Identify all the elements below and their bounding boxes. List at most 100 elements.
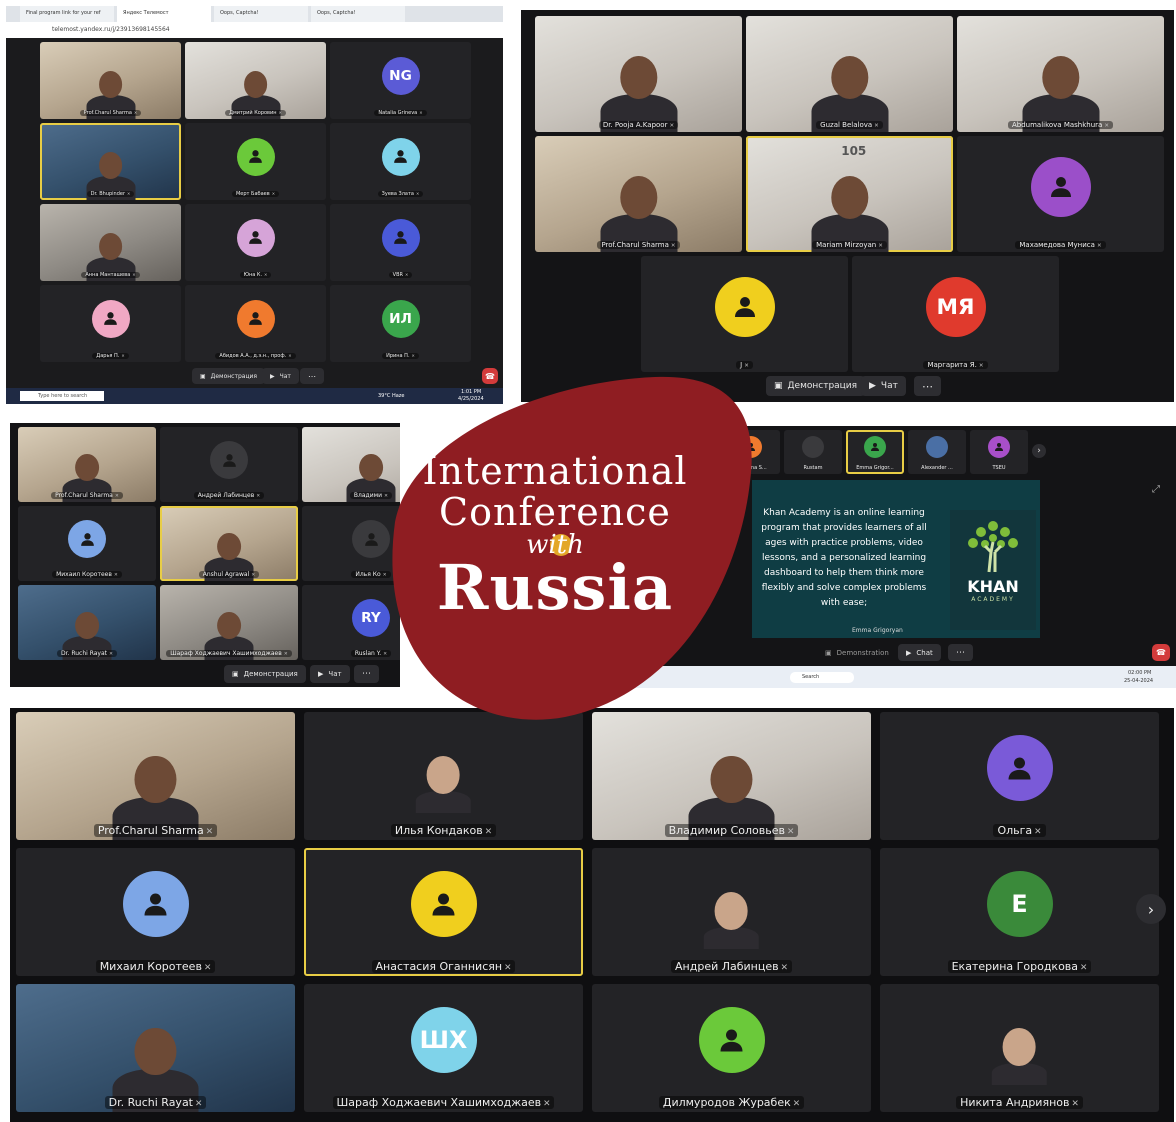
initials-avatar: NG — [381, 56, 420, 95]
participant-name-text: Махамедова Муниса — [1019, 241, 1095, 249]
participant-name-label: Михаил Коротеев ✕ — [95, 960, 216, 973]
participant-tile[interactable]: E Екатерина Городкова ✕ — [880, 848, 1159, 976]
browser-tab[interactable]: Oops, Captcha! — [311, 6, 405, 22]
strip-participant-tile[interactable]: Emma Grigor... — [846, 430, 904, 474]
participant-tile[interactable]: Prof.Charul Sharma ✕ — [40, 42, 181, 119]
expand-icon[interactable]: ⤢ — [1152, 484, 1160, 495]
hangup-button[interactable]: ☎ — [1152, 644, 1170, 661]
browser-tab[interactable]: Oops, Captcha! — [214, 6, 308, 22]
participant-video — [107, 718, 205, 840]
mic-off-icon: ✕ — [1096, 243, 1102, 249]
user-avatar-icon — [698, 1007, 765, 1074]
participant-tile[interactable]: Guzal Belalova ✕ — [746, 16, 953, 132]
more-button[interactable]: ⋯ — [948, 644, 973, 661]
chat-button[interactable]: ▶ Чат — [861, 376, 906, 396]
participant-tile[interactable]: Михаил Коротеев ✕ — [16, 848, 295, 976]
user-avatar-icon — [986, 735, 1053, 802]
browser-tabbar: Final program link for your ref Яндекс Т… — [6, 6, 503, 22]
chat-button[interactable]: ▶ Чат — [310, 665, 350, 683]
participant-tile[interactable]: J ✕ — [641, 256, 848, 372]
participant-tile[interactable]: Dr. Bhupinder ✕ — [40, 123, 181, 200]
more-button[interactable]: ⋯ — [300, 368, 324, 384]
next-page-button[interactable]: › — [1136, 894, 1166, 924]
participant-tile[interactable]: VBR ✕ — [330, 204, 471, 281]
participant-name-text: Абидов А.А., д.э.н., проф. — [219, 353, 287, 359]
participant-tile[interactable]: Шараф Ходжаевич Хашимходжаев ✕ — [160, 585, 298, 660]
participant-tile[interactable]: Дмитрий Коровин ✕ — [185, 42, 326, 119]
mic-off-icon: ✕ — [114, 494, 119, 499]
participant-tile[interactable]: Илья Кондаков ✕ — [304, 712, 583, 840]
participant-name: Зуева Злата ✕ — [330, 191, 471, 197]
browser-tab-active[interactable]: Яндекс Телемост — [117, 6, 211, 22]
participant-tile[interactable]: МЯ Маргарита Я. ✕ — [852, 256, 1059, 372]
title-line-1: International — [422, 449, 688, 493]
participant-tile[interactable]: Prof.Charul Sharma ✕ — [535, 136, 742, 252]
participant-tile[interactable]: Дарья П. ✕ — [40, 285, 181, 362]
address-bar[interactable]: telemost.yandex.ru/j/23913698145564 — [6, 22, 503, 38]
participant-name-text: Alexander ... — [921, 465, 953, 471]
participant-tile[interactable]: Андрей Лабинцев ✕ — [592, 848, 871, 976]
participant-tile[interactable]: Зуева Злата ✕ — [330, 123, 471, 200]
more-button[interactable]: ⋯ — [914, 376, 941, 396]
mic-off-icon: ✕ — [1080, 963, 1088, 973]
participant-name: Natalia Grineva ✕ — [330, 110, 471, 116]
participant-tile[interactable]: 105 Mariam Mirzoyan ✕ — [746, 136, 953, 252]
mic-off-icon: ✕ — [411, 353, 415, 358]
share-label: Демонстрация — [787, 381, 858, 391]
browser-tab[interactable]: Final program link for your ref — [20, 6, 114, 22]
participant-tile[interactable]: Анна Манташева ✕ — [40, 204, 181, 281]
strip-participant-tile[interactable]: Alexander ... — [908, 430, 966, 474]
taskbar-search[interactable]: Type here to search — [20, 391, 104, 401]
participant-name-text: Prof.Charul Sharma — [83, 110, 132, 116]
participant-tile[interactable]: Prof.Charul Sharma ✕ — [16, 712, 295, 840]
participant-name-text: Prof.Charul Sharma — [55, 492, 113, 499]
taskbar-search[interactable]: Search — [790, 672, 854, 683]
share-screen-button[interactable]: ▣ Демонстрация — [192, 368, 266, 384]
participant-tile[interactable]: NG Natalia Grineva ✕ — [330, 42, 471, 119]
participant-tile[interactable]: Anshul Agrawal ✕ — [160, 506, 298, 581]
chat-button[interactable]: ▶ Chat — [898, 644, 941, 661]
participant-name-label: Prof.Charul Sharma ✕ — [79, 110, 142, 116]
strip-next-button[interactable]: › — [1032, 444, 1046, 458]
participant-name-label: J ✕ — [736, 361, 753, 369]
strip-participant-tile[interactable]: Rustam — [784, 430, 842, 474]
participant-tile[interactable]: Махамедова Муниса ✕ — [957, 136, 1164, 252]
chat-button[interactable]: ▶ Чат — [262, 368, 299, 384]
participant-tile[interactable]: Анастасия Оганнисян ✕ — [304, 848, 583, 976]
participant-name-label: Шараф Ходжаевич Хашимходжаев ✕ — [166, 650, 292, 657]
participant-name-text: Михаил Коротеев — [56, 571, 112, 578]
participant-tile[interactable]: Dr. Ruchi Rayat ✕ — [16, 984, 295, 1112]
participant-name-text: Шараф Ходжаевич Хашимходжаев — [336, 1096, 542, 1109]
participant-tile[interactable]: Андрей Лабинцев ✕ — [160, 427, 298, 502]
participant-tile[interactable]: Юна К. ✕ — [185, 204, 326, 281]
share-label: Demonstration — [836, 648, 889, 657]
participant-video — [926, 435, 948, 458]
participant-tile[interactable]: Михаил Коротеев ✕ — [18, 506, 156, 581]
participant-name: Михаил Коротеев ✕ — [16, 960, 295, 973]
participant-name-text: Мерт Бабаев — [235, 191, 270, 197]
participant-tile[interactable]: Абидов А.А., д.э.н., проф. ✕ — [185, 285, 326, 362]
share-label: Демонстрация — [210, 372, 258, 380]
participant-name: Анастасия Оганнисян ✕ — [304, 960, 583, 973]
participant-name-label: Дмитрий Коровин ✕ — [225, 110, 286, 116]
participant-tile[interactable]: Никита Андриянов ✕ — [880, 984, 1159, 1112]
share-label: Демонстрация — [243, 670, 298, 678]
share-screen-button[interactable]: ▣ Демонстрация — [766, 376, 866, 396]
participant-grid: Prof.Charul Sharma ✕ Илья Кондаков ✕ Владими… — [16, 712, 1168, 1112]
participant-tile[interactable]: Dr. Ruchi Rayat ✕ — [18, 585, 156, 660]
strip-participant-tile[interactable]: TSEU — [970, 430, 1028, 474]
user-avatar-icon — [988, 435, 1010, 458]
participant-video — [806, 22, 894, 132]
participant-name: Юна К. ✕ — [185, 272, 326, 278]
participant-tile[interactable]: Мерт Бабаев ✕ — [185, 123, 326, 200]
share-screen-button[interactable]: ▣ Демонстрация — [224, 665, 306, 683]
participant-tile[interactable]: Владимир Соловьев ✕ — [592, 712, 871, 840]
share-screen-button[interactable]: ▣ Demonstration — [817, 644, 897, 661]
participant-tile[interactable]: ИЛ Ирина П. ✕ — [330, 285, 471, 362]
participant-tile[interactable]: Дилмуродов Журабек ✕ — [592, 984, 871, 1112]
participant-tile[interactable]: Dr. Pooja A.Kapoor ✕ — [535, 16, 742, 132]
participant-tile[interactable]: ШХ Шараф Ходжаевич Хашимходжаев ✕ — [304, 984, 583, 1112]
participant-tile[interactable]: Ольга ✕ — [880, 712, 1159, 840]
participant-tile[interactable]: Prof.Charul Sharma ✕ — [18, 427, 156, 502]
participant-tile[interactable]: Abdumalikova Mashkhura ✕ — [957, 16, 1164, 132]
